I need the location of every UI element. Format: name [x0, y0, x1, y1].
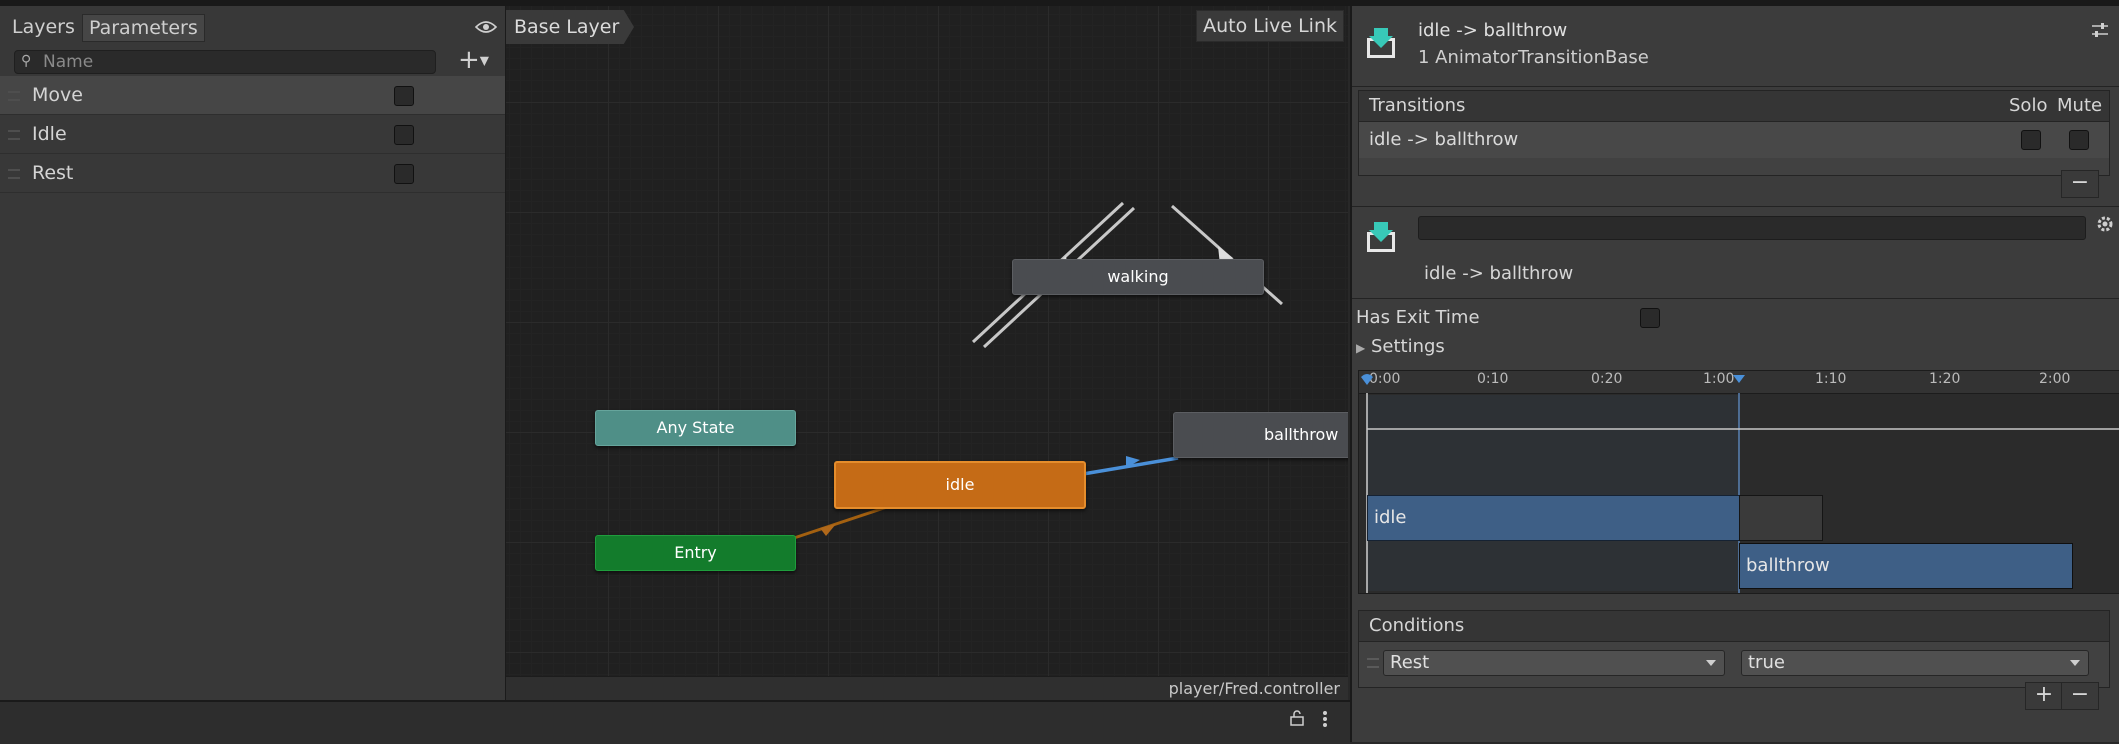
- more-menu-icon[interactable]: [1322, 710, 1328, 728]
- parameter-row-rest[interactable]: Rest: [0, 154, 505, 193]
- auto-live-link-button[interactable]: Auto Live Link: [1196, 10, 1344, 42]
- timeline-bar-ballthrow[interactable]: ballthrow: [1739, 543, 2073, 589]
- transitions-header: Transitions Solo Mute: [1359, 91, 2109, 122]
- solo-checkbox[interactable]: [2021, 130, 2041, 150]
- inspector-panel: idle -> ballthrow 1 AnimatorTransitionBa…: [1350, 6, 2119, 742]
- state-node-ballthrow[interactable]: ballthrow: [1173, 412, 1348, 458]
- transition-marker-icon: [1733, 375, 1745, 383]
- eye-icon[interactable]: [475, 20, 497, 34]
- add-condition-button[interactable]: +: [2025, 682, 2063, 710]
- drag-handle-icon[interactable]: [8, 169, 20, 179]
- bar-label: ballthrow: [1746, 555, 1830, 576]
- add-parameter-button[interactable]: +▼: [458, 46, 498, 74]
- transition-timeline[interactable]: 0:00 0:10 0:20 1:00 1:10 1:20 2:00 idle …: [1358, 370, 2119, 594]
- timeline-bar-idle[interactable]: idle: [1367, 495, 1741, 541]
- has-exit-time-checkbox[interactable]: [1640, 308, 1660, 328]
- transition-name: idle -> ballthrow: [1424, 263, 1574, 284]
- dropdown-value: true: [1748, 652, 1785, 673]
- search-icon: ⚲: [21, 53, 32, 69]
- settings-foldout[interactable]: ▶ Settings: [1356, 336, 1445, 357]
- parameter-checkbox[interactable]: [394, 125, 414, 145]
- bar-label: idle: [1374, 507, 1407, 528]
- search-placeholder: Name: [43, 52, 94, 72]
- chevron-down-icon: [2070, 660, 2080, 666]
- drag-handle-icon[interactable]: [8, 91, 20, 101]
- controller-path-bar: player/Fred.controller: [506, 676, 1348, 701]
- condition-row[interactable]: Rest true: [1359, 642, 2109, 682]
- animator-graph[interactable]: Base Layer Auto Live Link walking Any St…: [506, 6, 1348, 700]
- search-input[interactable]: ⚲ Name: [14, 50, 436, 74]
- solo-label: Solo: [2009, 95, 2048, 116]
- parameter-checkbox[interactable]: [394, 86, 414, 106]
- bottom-panel-strip: [0, 700, 1350, 744]
- entry-node[interactable]: Entry: [595, 535, 796, 571]
- parameter-name: Move: [32, 84, 83, 106]
- transition-row-label: idle -> ballthrow: [1369, 129, 1519, 150]
- settings-label: Settings: [1370, 336, 1445, 357]
- transitions-list: Transitions Solo Mute idle -> ballthrow: [1358, 90, 2110, 176]
- settings-sliders-icon[interactable]: [2091, 22, 2109, 38]
- parameter-name: Rest: [32, 162, 74, 184]
- has-exit-time-label: Has Exit Time: [1356, 307, 1480, 328]
- parameters-panel: Layers Parameters ⚲ Name +▼ Move Idle Re…: [0, 6, 506, 700]
- start-marker-icon: [1361, 374, 1373, 385]
- chevron-down-icon: ▼: [479, 53, 490, 68]
- drag-handle-icon[interactable]: [1367, 658, 1379, 668]
- transition-asset-icon: [1367, 28, 1395, 58]
- inspector-subtitle: 1 AnimatorTransitionBase: [1418, 47, 1649, 68]
- conditions-label: Conditions: [1369, 615, 1465, 636]
- transitions-label: Transitions: [1369, 95, 1466, 116]
- transition-asset-icon: [1367, 222, 1395, 252]
- drag-handle-icon[interactable]: [8, 130, 20, 140]
- plus-icon: +: [458, 45, 480, 75]
- conditions-header: Conditions: [1359, 611, 2109, 642]
- state-node-idle[interactable]: idle: [834, 461, 1086, 509]
- tab-parameters[interactable]: Parameters: [82, 14, 205, 42]
- breadcrumb-base-layer[interactable]: Base Layer: [506, 10, 634, 44]
- timeline-bar-idle-remaining: [1739, 495, 1823, 541]
- parameter-checkbox[interactable]: [394, 164, 414, 184]
- triangle-right-icon: ▶: [1356, 341, 1366, 355]
- chevron-down-icon: [1706, 660, 1716, 666]
- parameter-name: Idle: [32, 123, 67, 145]
- remove-transition-button[interactable]: −: [2061, 170, 2099, 198]
- transition-row[interactable]: idle -> ballthrow: [1359, 122, 2109, 158]
- condition-parameter-dropdown[interactable]: Rest: [1383, 650, 1725, 676]
- conditions-list: Conditions Rest true: [1358, 610, 2110, 688]
- state-node-walking[interactable]: walking: [1012, 259, 1264, 295]
- transition-name-field[interactable]: [1418, 216, 2086, 240]
- parameter-row-move[interactable]: Move: [0, 76, 505, 115]
- inspector-title: idle -> ballthrow: [1418, 20, 1568, 41]
- parameter-row-idle[interactable]: Idle: [0, 115, 505, 154]
- panel-tabs: Layers Parameters: [0, 10, 505, 44]
- mute-label: Mute: [2057, 95, 2103, 116]
- mute-checkbox[interactable]: [2069, 130, 2089, 150]
- remove-condition-button[interactable]: −: [2061, 682, 2099, 710]
- dropdown-value: Rest: [1390, 652, 1430, 673]
- lock-icon[interactable]: [1290, 710, 1304, 726]
- controller-path: player/Fred.controller: [1168, 679, 1340, 698]
- gear-icon[interactable]: [2095, 214, 2115, 234]
- any-state-node[interactable]: Any State: [595, 410, 796, 446]
- transition-line[interactable]: [793, 502, 897, 540]
- tab-layers[interactable]: Layers: [6, 14, 81, 40]
- transition-arrows: [793, 201, 1283, 540]
- condition-value-dropdown[interactable]: true: [1741, 650, 2089, 676]
